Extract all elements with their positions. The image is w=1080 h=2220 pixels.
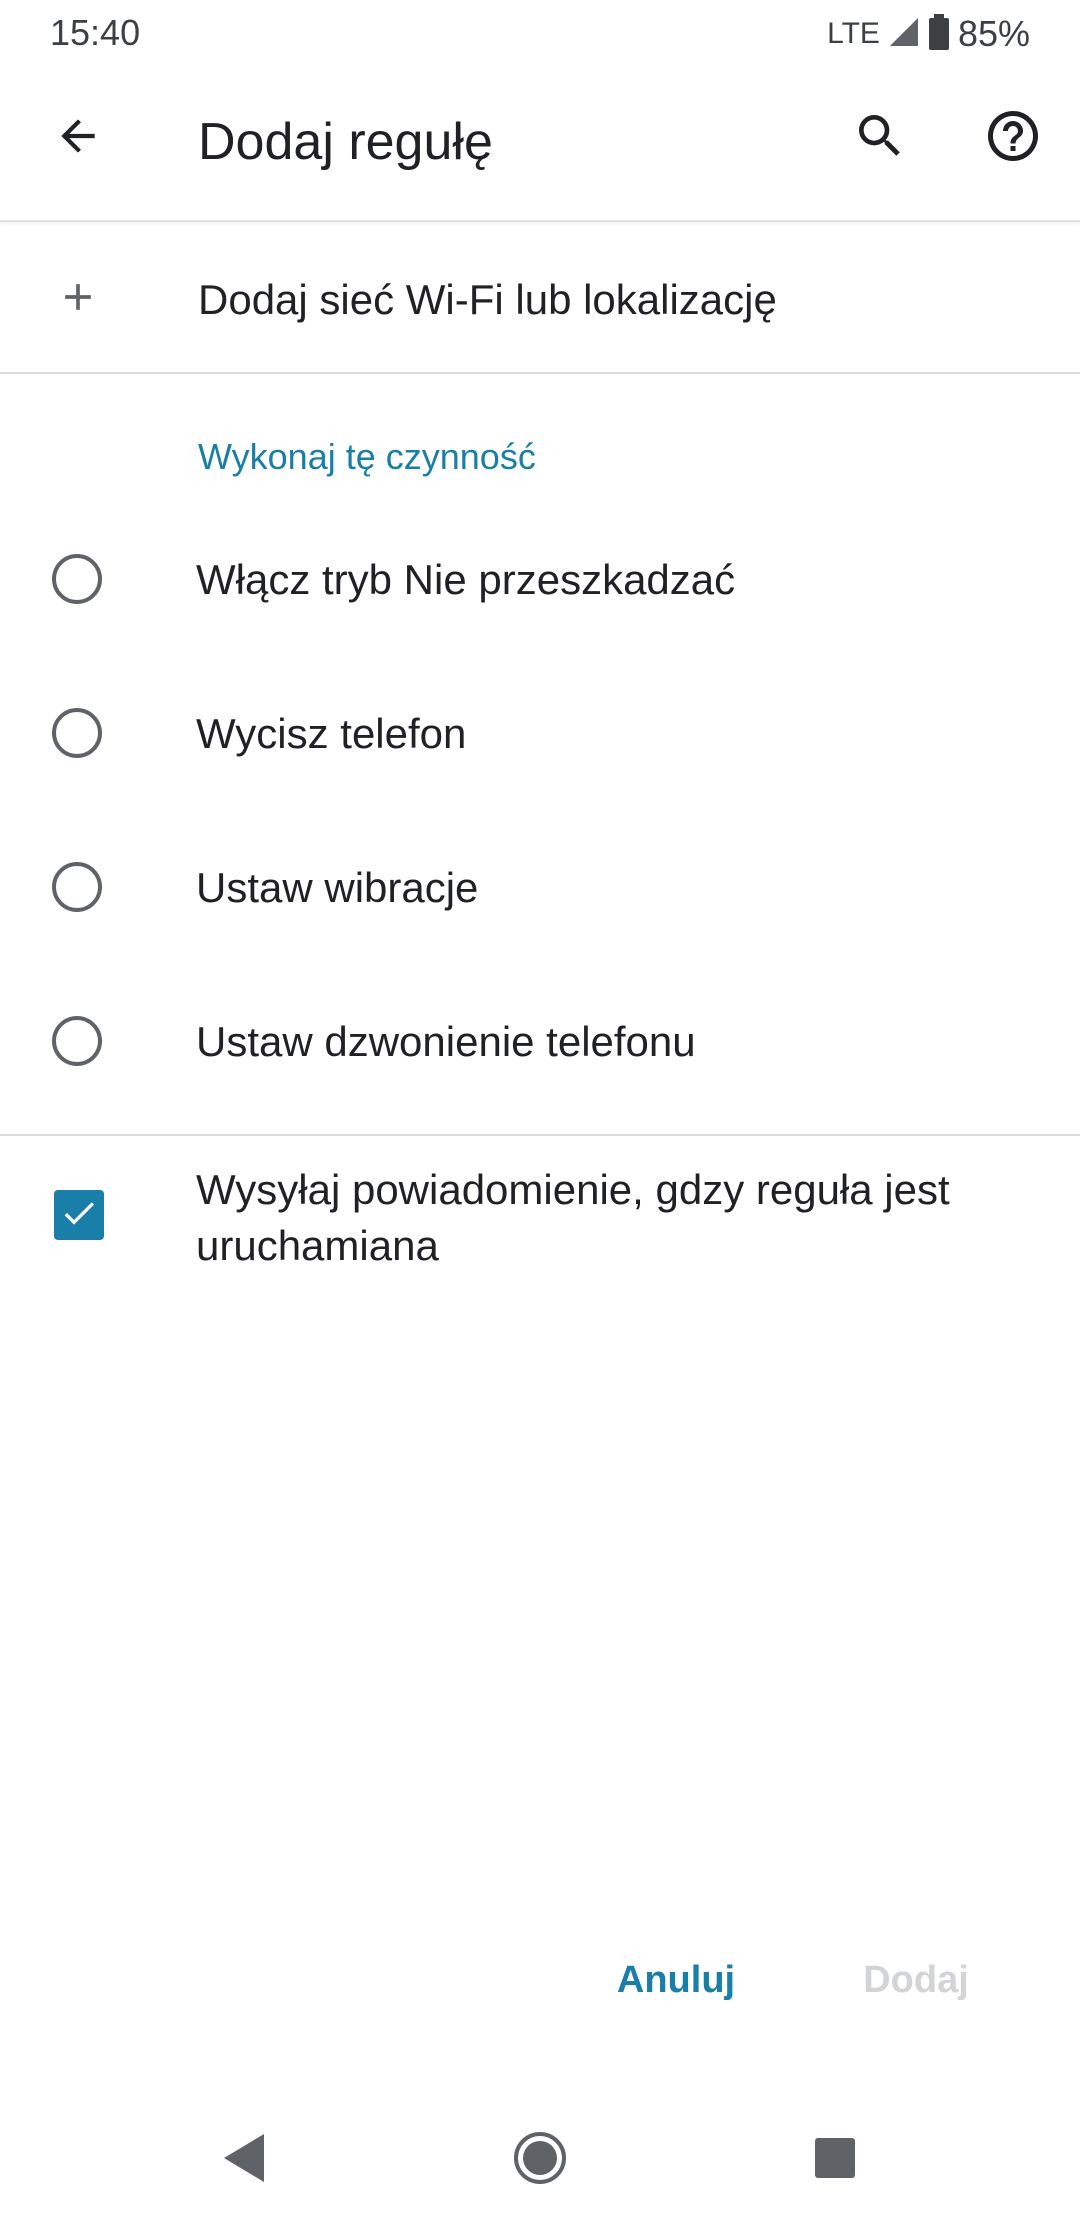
status-time: 15:40	[50, 12, 141, 53]
signal-icon	[888, 16, 920, 53]
check-icon	[59, 1193, 99, 1238]
page-title: Dodaj regułę	[198, 113, 493, 171]
cancel-button[interactable]: Anuluj	[600, 1940, 752, 2020]
notification-option-row[interactable]: Wysyłaj powiadomienie, gdzy reguła jest …	[0, 1138, 1080, 1298]
radio-option-vibrate[interactable]: Ustaw wibracje	[0, 810, 1080, 964]
nav-recents-button[interactable]	[795, 2120, 875, 2200]
app-bar: Dodaj regułę	[0, 68, 1080, 222]
add-button: Dodaj	[863, 1958, 969, 2001]
add-wifi-location-row[interactable]: Dodaj sieć Wi-Fi lub lokalizację	[0, 222, 1080, 374]
nav-back-icon	[220, 2132, 268, 2189]
battery-percent: 85%	[957, 13, 1030, 54]
help-icon	[983, 106, 1043, 171]
radio-label: Wycisz telefon	[196, 710, 467, 757]
nav-back-button[interactable]	[204, 2120, 284, 2200]
back-arrow-icon	[53, 111, 103, 166]
divider	[0, 1134, 1080, 1136]
status-bar: 15:40 LTE 85%	[0, 0, 1080, 68]
radio-label: Ustaw wibracje	[196, 864, 479, 911]
radio-option-silence[interactable]: Wycisz telefon	[0, 656, 1080, 810]
system-nav-bar	[0, 2100, 1080, 2220]
radio-label: Ustaw dzwonienie telefonu	[196, 1018, 696, 1065]
radio-option-dnd[interactable]: Włącz tryb Nie przeszkadzać	[0, 502, 1080, 656]
section-header-actions: Wykonaj tę czynność	[198, 436, 536, 477]
network-type: LTE	[827, 17, 880, 50]
radio-label: Włącz tryb Nie przeszkadzać	[196, 556, 736, 603]
battery-icon	[928, 13, 950, 55]
search-icon	[852, 108, 908, 169]
plus-icon	[50, 262, 106, 332]
radio-option-ring[interactable]: Ustaw dzwonienie telefonu	[0, 964, 1080, 1118]
back-button[interactable]	[38, 98, 118, 178]
search-button[interactable]	[840, 98, 920, 178]
radio-button[interactable]	[52, 1016, 102, 1066]
nav-recents-icon	[813, 2136, 857, 2185]
nav-home-button[interactable]	[500, 2120, 580, 2200]
radio-button[interactable]	[52, 708, 102, 758]
radio-button[interactable]	[52, 862, 102, 912]
add-wifi-location-label: Dodaj sieć Wi-Fi lub lokalizację	[198, 276, 777, 323]
radio-button[interactable]	[52, 554, 102, 604]
nav-home-icon	[512, 2130, 568, 2191]
notification-label: Wysyłaj powiadomienie, gdzy reguła jest …	[196, 1166, 950, 1269]
status-indicators: LTE 85%	[827, 12, 1030, 56]
help-button[interactable]	[973, 98, 1053, 178]
notification-checkbox[interactable]	[54, 1190, 104, 1240]
